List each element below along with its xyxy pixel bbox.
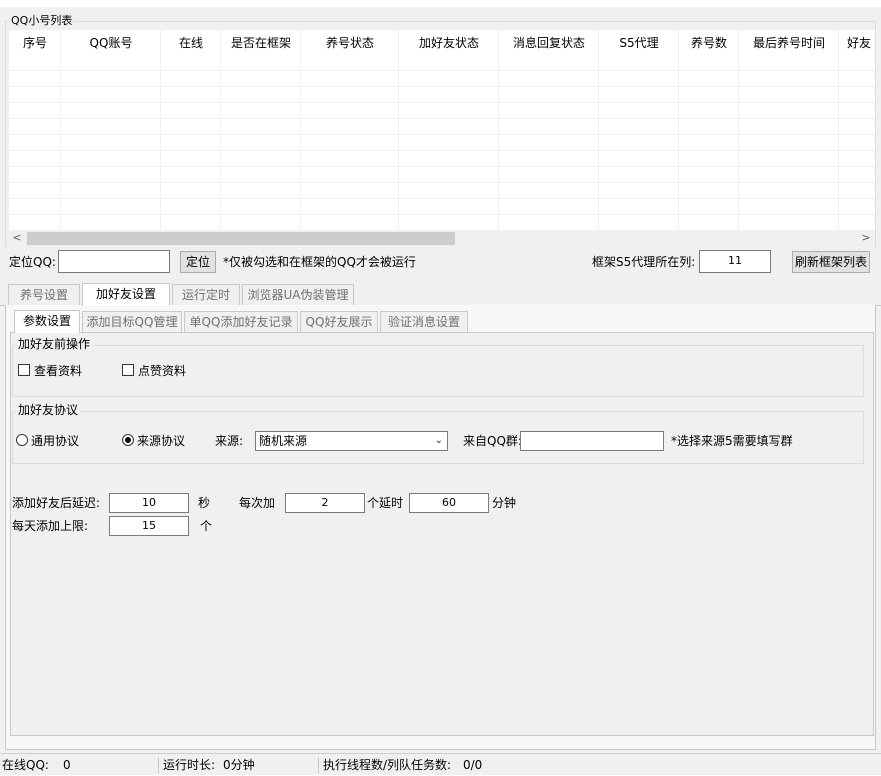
each-add-label: 每次加: [239, 496, 276, 510]
column-header[interactable]: 序号: [9, 30, 61, 56]
from-group-input[interactable]: [520, 431, 664, 451]
column-header[interactable]: 消息回复状态: [499, 30, 599, 56]
threads-value: 0/0: [463, 758, 483, 772]
column-header[interactable]: S5代理: [599, 30, 679, 56]
source-protocol-label[interactable]: 来源协议: [137, 430, 185, 452]
runtime-value: 0分钟: [223, 758, 255, 772]
group-note: *选择来源5需要填写群: [671, 434, 793, 448]
threads-label: 执行线程数/列队任务数:: [323, 758, 452, 772]
column-divider: [398, 30, 399, 230]
after-add-delay-input[interactable]: 10: [109, 493, 189, 513]
subtab-friend-display[interactable]: QQ好友展示: [300, 311, 378, 332]
from-group-label: 来自QQ群:: [463, 434, 522, 448]
row-gridline: [9, 102, 875, 103]
source-label: 来源:: [215, 434, 244, 448]
subtab-verify-message[interactable]: 验证消息设置: [380, 311, 468, 332]
row-gridline: [9, 166, 875, 167]
column-divider: [678, 30, 679, 230]
column-header[interactable]: 好友: [839, 30, 875, 56]
column-divider: [220, 30, 221, 230]
status-separator: [158, 757, 159, 773]
runtime-label: 运行时长:: [163, 758, 216, 772]
row-gridline: [9, 86, 875, 87]
status-bar: 在线QQ: 0 运行时长: 0分钟 执行线程数/列队任务数: 0/0: [0, 753, 881, 775]
account-table[interactable]: 序号 QQ账号 在线 是否在框架 养号状态 加好友状态 消息回复状态 S5代理 养号数 最后养号时…: [9, 30, 875, 230]
scroll-left-icon[interactable]: <: [9, 231, 25, 245]
tab-add-friends[interactable]: 加好友设置: [82, 283, 170, 306]
each-unit-label: 个延时: [367, 496, 404, 510]
seconds-unit: 秒: [198, 496, 211, 510]
column-header[interactable]: 是否在框架: [221, 30, 301, 56]
column-header[interactable]: 养号数: [679, 30, 739, 56]
general-protocol-radio[interactable]: [16, 434, 28, 446]
delay-minutes-input[interactable]: 60: [409, 493, 489, 513]
tab-browser-ua[interactable]: 浏览器UA伪装管理: [242, 284, 354, 305]
column-divider: [498, 30, 499, 230]
proxy-column-label: 框架S5代理所在列:: [592, 255, 696, 269]
source-select[interactable]: 随机来源 ⌄: [255, 431, 448, 451]
column-header[interactable]: 养号状态: [301, 30, 399, 56]
tab-schedule[interactable]: 运行定时: [172, 284, 240, 305]
column-divider: [838, 30, 839, 230]
daily-unit: 个: [200, 519, 213, 533]
locate-qq-input[interactable]: [58, 250, 170, 273]
daily-limit-label: 每天添加上限:: [12, 519, 89, 533]
chevron-down-icon[interactable]: ⌄: [435, 432, 443, 450]
like-profile-label[interactable]: 点赞资料: [138, 360, 186, 382]
row-gridline: [9, 150, 875, 151]
subtab-params[interactable]: 参数设置: [14, 310, 80, 333]
column-header[interactable]: 最后养号时间: [739, 30, 839, 56]
row-gridline: [9, 134, 875, 135]
scroll-thumb[interactable]: [27, 232, 455, 245]
general-protocol-label[interactable]: 通用协议: [31, 430, 79, 452]
column-divider: [738, 30, 739, 230]
column-divider: [598, 30, 599, 230]
protocol-title: 加好友协议: [16, 403, 81, 417]
column-header[interactable]: 在线: [161, 30, 221, 56]
view-profile-label[interactable]: 查看资料: [34, 360, 82, 382]
minutes-unit: 分钟: [492, 496, 517, 510]
proxy-column-input[interactable]: 11: [699, 250, 771, 273]
subtab-add-records[interactable]: 单QQ添加好友记录: [184, 311, 298, 332]
online-qq-value: 0: [63, 758, 71, 772]
each-add-input[interactable]: 2: [285, 493, 365, 513]
daily-limit-input[interactable]: 15: [109, 516, 189, 536]
column-divider: [160, 30, 161, 230]
locate-button[interactable]: 定位: [180, 251, 216, 273]
tab-nurture[interactable]: 养号设置: [8, 284, 80, 305]
after-add-delay-label: 添加好友后延迟:: [12, 496, 101, 510]
view-profile-checkbox[interactable]: [18, 364, 30, 376]
online-qq-label: 在线QQ:: [2, 758, 49, 772]
row-gridline: [9, 70, 875, 71]
like-profile-checkbox[interactable]: [122, 364, 134, 376]
row-gridline: [9, 182, 875, 183]
column-divider: [300, 30, 301, 230]
run-note: *仅被勾选和在框架的QQ才会被运行: [223, 255, 416, 269]
pre-actions-title: 加好友前操作: [16, 337, 93, 351]
scroll-right-icon[interactable]: >: [858, 231, 874, 245]
table-hscrollbar[interactable]: < >: [9, 230, 875, 247]
column-divider: [60, 30, 61, 230]
column-header[interactable]: QQ账号: [61, 30, 161, 56]
row-gridline: [9, 118, 875, 119]
column-header[interactable]: 加好友状态: [399, 30, 499, 56]
source-select-value: 随机来源: [259, 434, 308, 448]
row-gridline: [9, 214, 875, 215]
row-gridline: [9, 198, 875, 199]
status-separator: [318, 757, 319, 773]
subtab-target-qq[interactable]: 添加目标QQ管理: [82, 311, 182, 332]
account-list-title: QQ小号列表: [9, 14, 75, 27]
refresh-frame-button[interactable]: 刷新框架列表: [792, 251, 870, 273]
source-protocol-radio[interactable]: [122, 434, 134, 446]
locate-qq-label: 定位QQ:: [9, 255, 56, 269]
